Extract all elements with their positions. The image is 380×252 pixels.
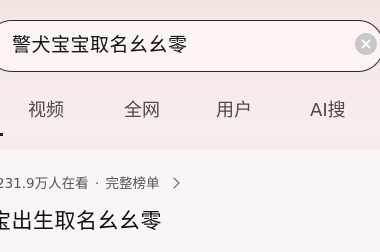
result-card (0, 150, 380, 252)
chevron-right-icon (168, 177, 180, 189)
tab-users[interactable]: 用户 (216, 96, 252, 122)
tab-video[interactable]: 视频 (28, 96, 64, 122)
tab-ai-search[interactable]: AI搜 (310, 96, 346, 122)
tab-all-web[interactable]: 全网 (124, 96, 160, 122)
separator: · (94, 176, 100, 192)
full-rank-link[interactable]: 完整榜单 (106, 176, 160, 192)
tab-indicator (0, 133, 3, 136)
result-title[interactable]: 宝出生取名幺幺零 (0, 205, 162, 235)
hot-rank-line[interactable]: 231.9万人在看 · 完整榜单 (0, 172, 180, 192)
search-input[interactable]: 警犬宝宝取名幺幺零 (12, 30, 188, 57)
viewer-count: 231.9万人在看 (0, 176, 89, 192)
tab-bar: 视频 全网 用户 AI搜 (0, 96, 380, 126)
close-circle-icon[interactable] (355, 33, 377, 55)
